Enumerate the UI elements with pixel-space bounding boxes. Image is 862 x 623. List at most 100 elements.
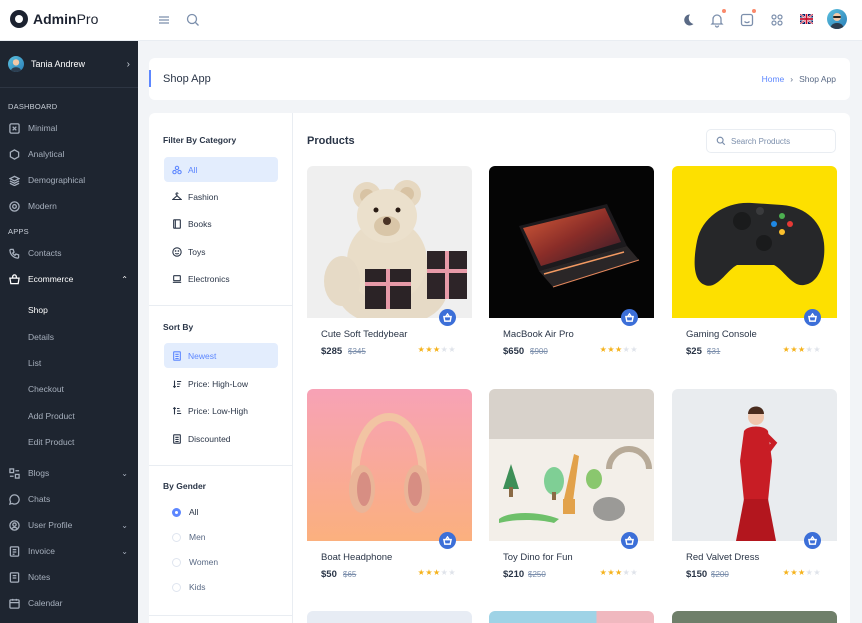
- title-accent-bar: [149, 70, 151, 87]
- product-card[interactable]: Toy Dino for Fun $210 $250 ★★★★★: [489, 389, 654, 580]
- sidebar-user[interactable]: Tania Andrew ›: [0, 41, 138, 88]
- filter-category-electronics[interactable]: Electronics: [164, 266, 278, 291]
- product-image-headphone[interactable]: [307, 389, 472, 541]
- sidebar-item-ecommerce[interactable]: Ecommerce ⌃: [0, 266, 138, 292]
- filter-label: All: [188, 164, 198, 175]
- add-to-cart-button[interactable]: [439, 309, 456, 326]
- product-rating: ★★★★★: [599, 568, 638, 577]
- product-card[interactable]: Gaming Console $25 $31 ★★★★★: [672, 166, 837, 357]
- sidebar-subitem-add-product[interactable]: Add Product: [0, 403, 138, 429]
- sort-ascending-icon: [172, 406, 182, 414]
- product-name: MacBook Air Pro: [503, 329, 574, 340]
- sort-label: Discounted: [188, 433, 231, 444]
- product-image-partial[interactable]: [672, 611, 837, 623]
- gender-radio-all[interactable]: All: [172, 507, 198, 517]
- sidebar-item-minimal[interactable]: Minimal: [0, 115, 138, 141]
- radio-label: All: [189, 507, 199, 517]
- sidebar-item-calendar[interactable]: Calendar: [0, 590, 138, 616]
- sidebar-item-user-profile[interactable]: User Profile ⌄: [0, 512, 138, 538]
- sort-price-low-high[interactable]: Price: Low-High: [164, 398, 278, 423]
- product-image-red-dress[interactable]: [672, 389, 837, 541]
- gender-radio-kids[interactable]: Kids: [172, 582, 206, 592]
- message-dot: [752, 9, 756, 13]
- product-name: Cute Soft Teddybear: [321, 329, 408, 340]
- brand-logo[interactable]: AdminPro: [10, 10, 98, 28]
- sidebar-subitem-details[interactable]: Details: [0, 323, 138, 349]
- sidebar-subitem-edit-product[interactable]: Edit Product: [0, 429, 138, 455]
- product-name: Toy Dino for Fun: [503, 552, 573, 563]
- radio-dot: [172, 532, 181, 542]
- sort-discounted[interactable]: Discounted: [164, 426, 278, 451]
- product-price: $150: [686, 569, 708, 580]
- hamburger-icon[interactable]: [156, 12, 172, 28]
- product-image-gaming-console[interactable]: [672, 166, 837, 318]
- nav-section-apps: APPS: [8, 227, 29, 236]
- sort-label: Newest: [188, 350, 217, 361]
- sidebar-item-label: Notes: [28, 572, 51, 583]
- sidebar-item-demographical[interactable]: Demographical: [0, 167, 138, 193]
- product-rating: ★★★★★: [782, 345, 821, 354]
- product-price: $50: [321, 569, 337, 580]
- sidebar-item-contacts[interactable]: Contacts: [0, 240, 138, 266]
- sidebar-item-chats[interactable]: Chats: [0, 486, 138, 512]
- uk-flag-icon[interactable]: [800, 14, 813, 24]
- filter-category-fashion[interactable]: Fashion: [164, 184, 278, 209]
- search-icon[interactable]: [185, 12, 201, 28]
- product-image-partial[interactable]: [489, 611, 654, 623]
- filter-label: Fashion: [188, 191, 219, 202]
- sort-newest[interactable]: Newest: [164, 343, 278, 368]
- sidebar-item-label: Chats: [28, 494, 51, 505]
- user-avatar[interactable]: [827, 9, 847, 29]
- product-card[interactable]: MacBook Air Pro $650 $900 ★★★★★: [489, 166, 654, 357]
- gender-radio-women[interactable]: Women: [172, 557, 218, 567]
- sidebar-subitem-checkout[interactable]: Checkout: [0, 376, 138, 402]
- product-card[interactable]: Red Valvet Dress $150 $200 ★★★★★: [672, 389, 837, 580]
- product-image-toy-dino[interactable]: [489, 389, 654, 541]
- product-image-teddybear[interactable]: [307, 166, 472, 318]
- filter-divider: [149, 305, 293, 306]
- gender-heading: By Gender: [163, 481, 206, 491]
- sidebar-item-label: Modern: [28, 201, 57, 211]
- filter-category-all[interactable]: All: [164, 157, 278, 182]
- product-card[interactable]: Cute Soft Teddybear $285 $345 ★★★★★: [307, 166, 472, 357]
- nav-section-dashboard: DASHBOARD: [8, 102, 58, 111]
- hanger-icon: [172, 191, 182, 200]
- sidebar-item-blogs[interactable]: Blogs ⌄: [0, 460, 138, 486]
- filter-category-books[interactable]: Books: [164, 211, 278, 236]
- sidebar-item-notes[interactable]: Notes: [0, 564, 138, 590]
- apps-icon[interactable]: [769, 12, 785, 28]
- moon-icon[interactable]: [680, 12, 696, 28]
- sort-label: Price: High-Low: [188, 378, 248, 389]
- product-old-price: $200: [711, 570, 729, 579]
- sidebar-item-modern[interactable]: Modern: [0, 193, 138, 219]
- add-to-cart-button[interactable]: [439, 532, 456, 549]
- sort-price-high-low[interactable]: Price: High-Low: [164, 371, 278, 396]
- chevron-right-icon: ›: [126, 58, 130, 70]
- product-image-macbook[interactable]: [489, 166, 654, 318]
- search-icon: [716, 136, 726, 146]
- gender-radio-men[interactable]: Men: [172, 532, 206, 542]
- product-old-price: $65: [343, 570, 357, 579]
- filter-category-heading: Filter By Category: [163, 135, 237, 145]
- breadcrumb-home[interactable]: Home: [762, 74, 785, 84]
- top-bar: AdminPro: [0, 0, 862, 41]
- add-to-cart-button[interactable]: [621, 532, 638, 549]
- sidebar-item-invoice[interactable]: Invoice ⌄: [0, 538, 138, 564]
- page-header: Shop App Home › Shop App: [149, 58, 850, 100]
- shop-card: Filter By Category All Fashion Books Toy…: [149, 113, 850, 623]
- product-image-partial[interactable]: [307, 611, 472, 623]
- sidebar-subitem-list[interactable]: List: [0, 350, 138, 376]
- add-to-cart-button[interactable]: [804, 532, 821, 549]
- product-search[interactable]: [706, 129, 836, 153]
- message-icon[interactable]: [739, 12, 755, 28]
- sidebar-subitem-shop[interactable]: Shop: [0, 297, 138, 323]
- add-to-cart-button[interactable]: [621, 309, 638, 326]
- search-input[interactable]: [731, 136, 831, 146]
- page-title: Shop App: [163, 73, 211, 85]
- add-to-cart-button[interactable]: [804, 309, 821, 326]
- basket-icon: [808, 313, 817, 322]
- bell-icon[interactable]: [709, 12, 725, 28]
- sidebar-item-analytical[interactable]: Analytical: [0, 141, 138, 167]
- product-card[interactable]: Boat Headphone $50 $65 ★★★★★: [307, 389, 472, 580]
- filter-category-toys[interactable]: Toys: [164, 239, 278, 264]
